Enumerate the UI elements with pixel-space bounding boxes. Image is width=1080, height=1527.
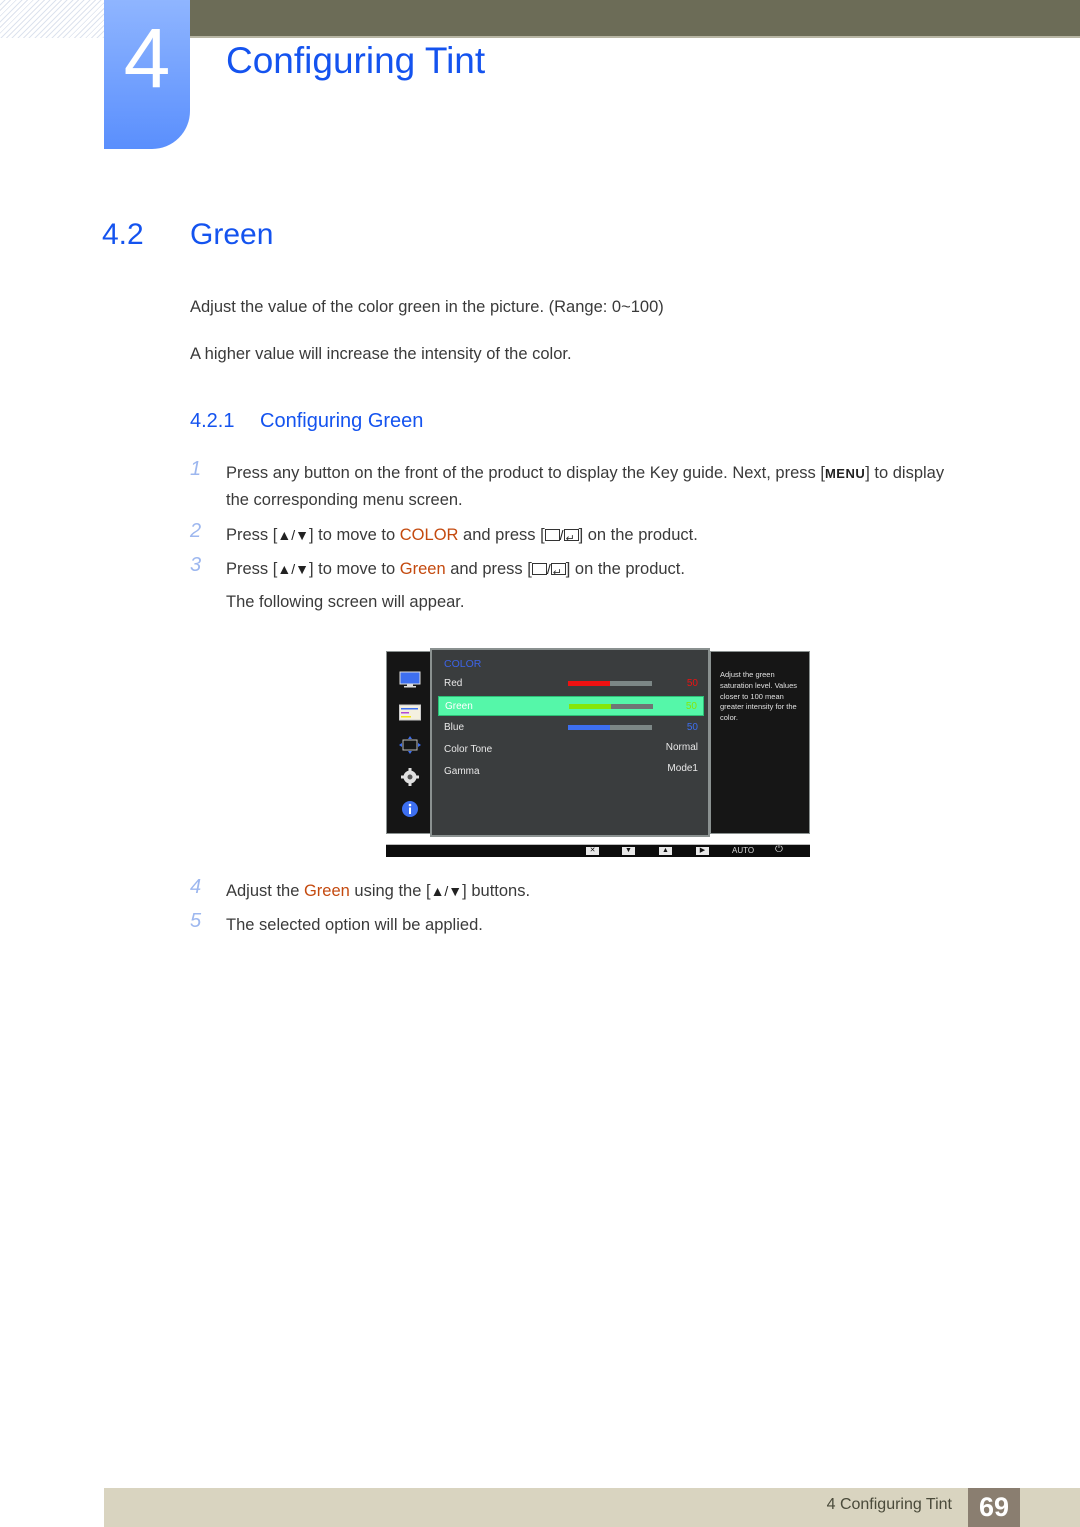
menu-key-label: MENU [824, 466, 866, 481]
osd-row-blue[interactable]: Blue 50 [438, 718, 704, 738]
osd-sidebar [386, 651, 431, 834]
page-footer: 4 Configuring Tint 69 [104, 1488, 1080, 1527]
osd-key-guide-bar: ✕ ▼ ▲ ▶ AUTO ⏻ [386, 844, 810, 857]
osd-heading: COLOR [444, 658, 482, 670]
step-text: ] buttons. [462, 882, 531, 900]
row-value: 50 [686, 678, 698, 689]
row-value: Mode1 [667, 763, 698, 774]
blue-slider[interactable] [568, 725, 652, 730]
step-text: ] to move to [308, 560, 400, 578]
osd-menu-screenshot: COLOR Red 50 Green 50 Blue 50 Color Tone… [386, 648, 810, 858]
row-value: Normal [665, 742, 698, 753]
step-text: and press [ [458, 526, 545, 544]
step-text: ] to display [865, 464, 945, 482]
osd-main-panel: COLOR Red 50 Green 50 Blue 50 Color Tone… [430, 648, 710, 837]
auto-button[interactable]: AUTO [732, 846, 754, 855]
row-label: Gamma [444, 766, 480, 777]
step-text: The following screen will appear. [226, 593, 465, 611]
right-arrow-icon[interactable]: ▶ [696, 847, 709, 855]
step-text: and press [ [445, 560, 532, 578]
row-label: Blue [444, 722, 465, 733]
step-number: 1 [190, 458, 202, 480]
step-text: Press [ [226, 526, 278, 544]
intro-paragraph-1: Adjust the value of the color green in t… [190, 298, 664, 316]
help-text: Adjust the green saturation level. Value… [720, 670, 797, 723]
header-bar [190, 0, 1080, 38]
row-label: Red [444, 678, 463, 689]
subsection-number: 4.2.1 [190, 410, 235, 432]
step-text: Press any button on the front of the pro… [226, 464, 825, 482]
osd-help-panel: Adjust the green saturation level. Value… [710, 651, 810, 834]
source-button-icon [544, 529, 560, 541]
step-text: the corresponding menu screen. [226, 491, 463, 509]
step-text: Adjust the [226, 882, 304, 900]
step-number: 5 [190, 910, 202, 932]
highlight-term: Green [399, 560, 446, 578]
slider-fill [568, 725, 610, 730]
step-number: 2 [190, 520, 202, 542]
gear-icon [401, 768, 419, 786]
slider-fill [569, 704, 611, 709]
up-down-arrow-icon: ▲/▼ [277, 561, 309, 577]
enter-button-icon [550, 560, 566, 587]
step-text: ] to move to [308, 526, 400, 544]
step-text: using the [ [349, 882, 431, 900]
osd-row-green[interactable]: Green 50 [438, 696, 704, 716]
step-text: The selected option will be applied. [226, 916, 483, 934]
subsection-title: Configuring Green [260, 410, 424, 432]
green-slider[interactable] [569, 704, 653, 709]
chapter-number: 4 [123, 11, 171, 105]
osd-row-red[interactable]: Red 50 [438, 674, 704, 694]
step-text: ] on the product. [578, 526, 698, 544]
intro-paragraph-2: A higher value will increase the intensi… [190, 345, 572, 363]
down-arrow-icon[interactable]: ▼ [622, 847, 635, 855]
close-icon[interactable]: ✕ [586, 847, 599, 855]
chapter-tab: 4 [104, 0, 190, 149]
power-icon[interactable]: ⏻ [775, 844, 783, 855]
header-hatch-pattern [0, 0, 104, 38]
enter-button-icon [563, 526, 579, 553]
monitor-icon [399, 671, 421, 688]
color-settings-icon [399, 704, 421, 721]
step-text: Press [ [226, 560, 278, 578]
up-down-arrow-icon: ▲/▼ [430, 883, 463, 899]
row-label: Green [445, 701, 473, 712]
slider-fill [568, 681, 610, 686]
size-position-icon [399, 736, 421, 754]
page-number: 69 [968, 1488, 1020, 1527]
section-heading: 4.2 Green [102, 218, 273, 252]
osd-row-gamma[interactable]: Gamma Mode1 [438, 762, 704, 782]
step-number: 3 [190, 554, 202, 576]
red-slider[interactable] [568, 681, 652, 686]
footer-chapter-label: 4 Configuring Tint [826, 1496, 952, 1513]
section-number: 4.2 [102, 218, 144, 251]
subsection-heading: 4.2.1 Configuring Green [190, 410, 423, 433]
step-number: 4 [190, 876, 202, 898]
info-icon [402, 801, 418, 817]
highlight-term: Green [303, 882, 350, 900]
up-arrow-icon[interactable]: ▲ [659, 847, 672, 855]
osd-row-color-tone[interactable]: Color Tone Normal [438, 740, 704, 760]
up-down-arrow-icon: ▲/▼ [277, 527, 309, 543]
row-label: Color Tone [444, 744, 493, 755]
row-value: 50 [685, 701, 697, 712]
chapter-title: Configuring Tint [226, 40, 486, 81]
highlight-term: COLOR [399, 526, 459, 544]
row-value: 50 [686, 722, 698, 733]
step-text: ] on the product. [565, 560, 685, 578]
source-button-icon [531, 563, 547, 575]
section-title: Green [190, 218, 274, 251]
